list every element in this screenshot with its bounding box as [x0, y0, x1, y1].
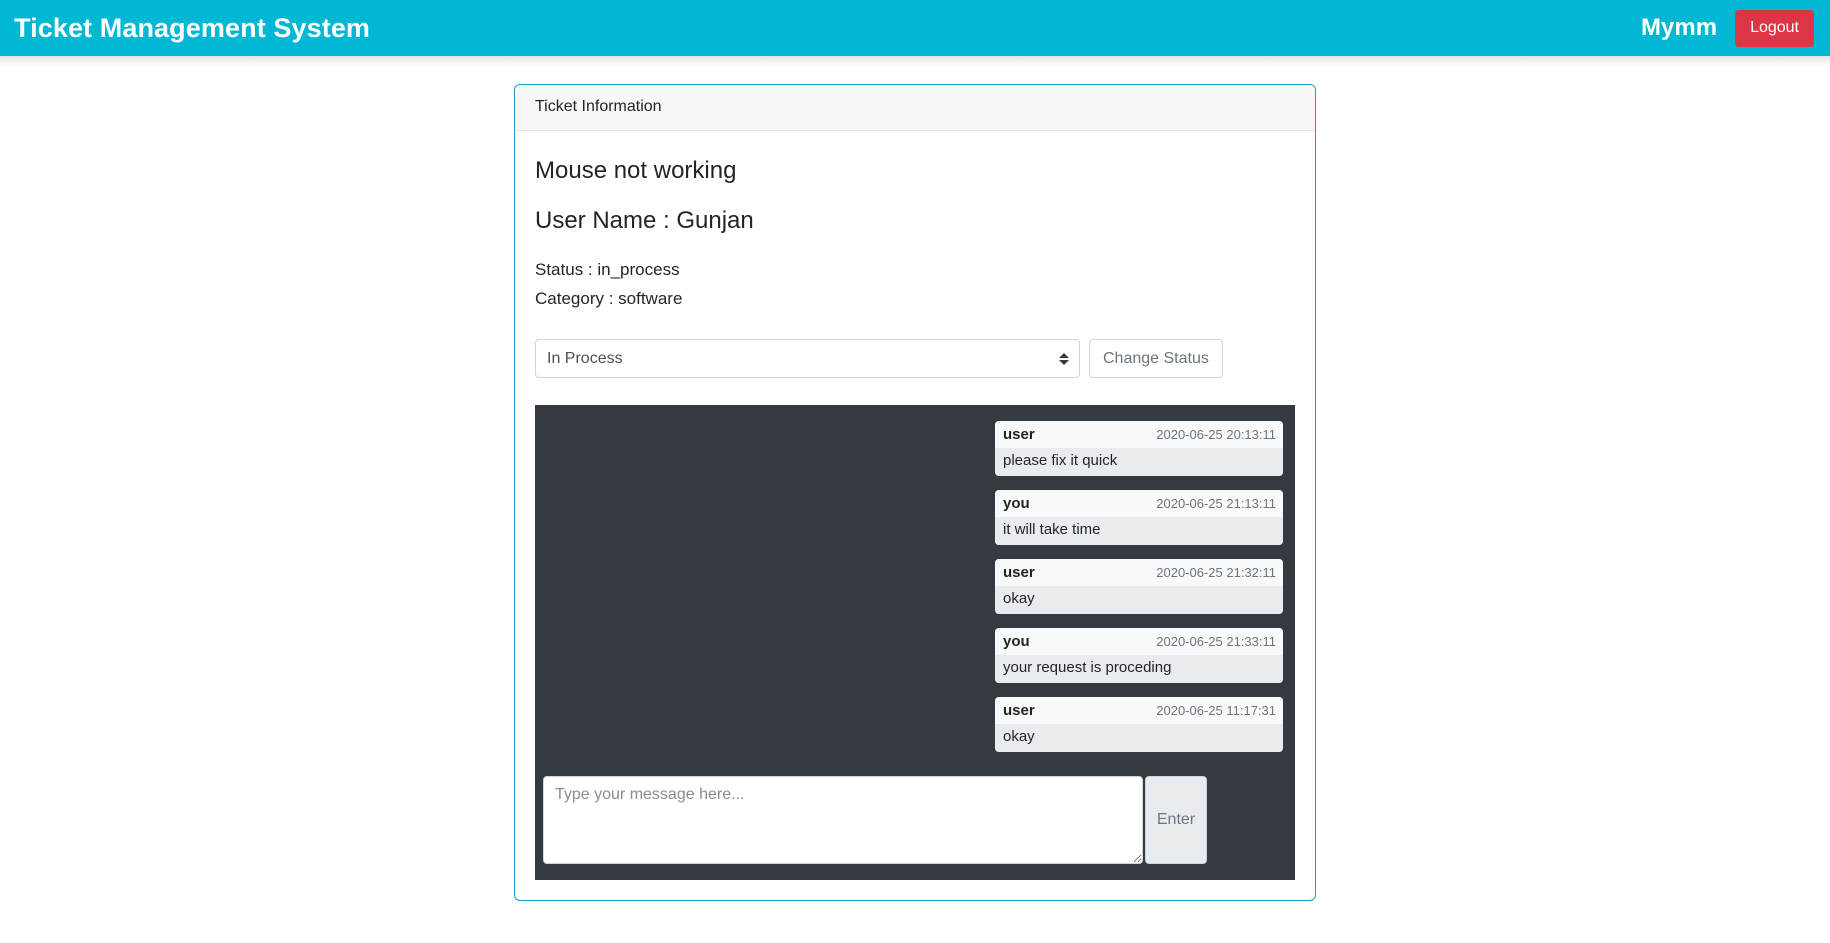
change-status-button[interactable]: Change Status [1089, 339, 1223, 379]
card-header: Ticket Information [515, 85, 1315, 131]
message-sender: you [1003, 495, 1030, 513]
ticket-information-card: Ticket Information Mouse not working Use… [514, 84, 1316, 902]
message-text: please fix it quick [995, 448, 1283, 477]
message-item: user 2020-06-25 11:17:31 okay [995, 697, 1283, 753]
message-list: user 2020-06-25 20:13:11 please fix it q… [535, 421, 1283, 753]
message-text: it will take time [995, 517, 1283, 546]
send-message-button[interactable]: Enter [1145, 776, 1207, 865]
top-navbar: Ticket Management System Mymm Logout [0, 0, 1830, 66]
message-timestamp: 2020-06-25 21:32:11 [1156, 565, 1276, 581]
logout-button[interactable]: Logout [1735, 9, 1814, 47]
message-input[interactable] [543, 776, 1143, 865]
message-sender: user [1003, 426, 1035, 444]
message-item: you 2020-06-25 21:13:11 it will take tim… [995, 490, 1283, 546]
message-item: user 2020-06-25 20:13:11 please fix it q… [995, 421, 1283, 477]
message-header: user 2020-06-25 21:32:11 [995, 559, 1283, 587]
message-text: okay [995, 586, 1283, 615]
message-sender: user [1003, 702, 1035, 720]
message-header: you 2020-06-25 21:13:11 [995, 490, 1283, 518]
status-select[interactable]: In Process [535, 339, 1080, 379]
chat-panel: user 2020-06-25 20:13:11 please fix it q… [535, 405, 1295, 881]
message-timestamp: 2020-06-25 21:13:11 [1156, 496, 1276, 512]
change-status-form: In Process Change Status [535, 339, 1295, 379]
ticket-user-name: User Name : Gunjan [535, 207, 754, 235]
message-header: user 2020-06-25 11:17:31 [995, 697, 1283, 725]
page-content: Ticket Information Mouse not working Use… [0, 56, 1830, 902]
navbar-right-group: Mymm Logout [1641, 9, 1814, 47]
message-text: okay [995, 724, 1283, 753]
message-item: user 2020-06-25 21:32:11 okay [995, 559, 1283, 615]
current-username: Mymm [1641, 14, 1718, 41]
message-timestamp: 2020-06-25 11:17:31 [1156, 703, 1276, 719]
message-timestamp: 2020-06-25 21:33:11 [1156, 634, 1276, 650]
message-composer: Enter [543, 776, 1283, 865]
card-body: Mouse not working User Name : Gunjan Sta… [515, 131, 1315, 900]
message-sender: you [1003, 633, 1030, 651]
ticket-title: Mouse not working [535, 157, 737, 184]
app-title: Ticket Management System [14, 12, 371, 43]
message-item: you 2020-06-25 21:33:11 your request is … [995, 628, 1283, 684]
ticket-category-text: Category : software [535, 288, 683, 308]
ticket-status-text: Status : in_process [535, 260, 680, 280]
message-timestamp: 2020-06-25 20:13:11 [1156, 427, 1276, 443]
message-header: you 2020-06-25 21:33:11 [995, 628, 1283, 656]
message-sender: user [1003, 564, 1035, 582]
status-select-wrapper: In Process [535, 339, 1080, 379]
message-text: your request is proceding [995, 655, 1283, 684]
message-header: user 2020-06-25 20:13:11 [995, 421, 1283, 449]
